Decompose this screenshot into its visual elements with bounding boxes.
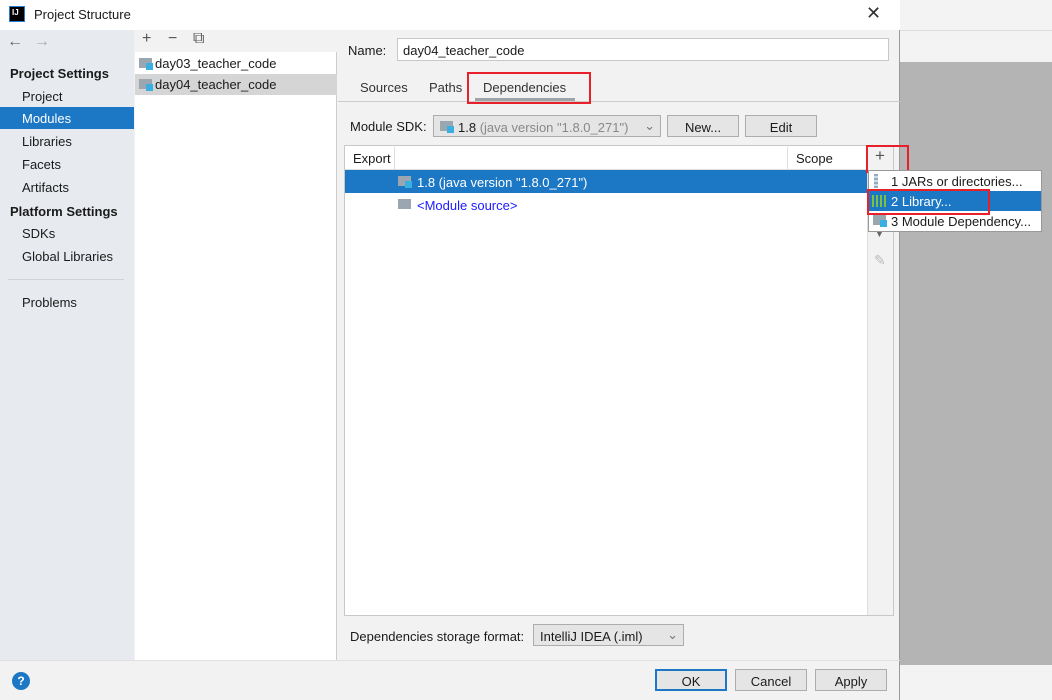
add-module-button[interactable]: + [142,30,151,48]
background-divider [900,30,1052,31]
project-structure-dialog: IJ Project Structure ✕ ← → Project Setti… [0,0,1042,700]
new-sdk-button[interactable]: New... [667,115,739,137]
module-sdk-dropdown[interactable]: 1.8 (java version "1.8.0_271") ⌄ [433,115,661,137]
sdk-folder-icon [398,176,412,188]
sdk-folder-icon [440,121,454,133]
module-folder-icon [139,79,153,91]
section-project-settings: Project Settings [10,66,109,81]
tab-paths[interactable]: Paths [429,80,462,95]
sidebar-item-global-libraries[interactable]: Global Libraries [0,245,134,267]
highlight-add-button [866,145,909,173]
sidebar-item-sdks[interactable]: SDKs [0,222,134,244]
footer-divider [0,660,900,661]
highlight-library-item [867,189,990,215]
edit-sdk-button[interactable]: Edit [745,115,817,137]
storage-format-dropdown[interactable]: IntelliJ IDEA (.iml) ⌄ [533,624,684,646]
title-bar: IJ Project Structure ✕ [0,0,900,30]
table-row[interactable]: <Module source> [345,193,867,216]
module-item[interactable]: day04_teacher_code [135,74,337,95]
sidebar-divider [8,279,124,280]
sidebar-item-problems[interactable]: Problems [0,291,134,313]
module-folder-icon [139,58,153,70]
edit-pencil-icon[interactable]: ✎ [874,252,886,269]
apply-button[interactable]: Apply [815,669,887,691]
sidebar-item-modules[interactable]: Modules [0,107,134,129]
jar-icon [874,174,878,188]
module-sdk-label: Module SDK: [350,119,427,134]
name-label: Name: [348,43,387,58]
module-item[interactable]: day03_teacher_code [135,53,337,74]
intellij-logo: IJ [9,6,25,22]
tab-sources[interactable]: Sources [360,80,408,95]
cancel-button[interactable]: Cancel [735,669,807,691]
column-export[interactable]: Export [353,146,391,170]
forward-arrow-icon[interactable]: → [34,33,50,51]
back-arrow-icon[interactable]: ← [7,33,23,51]
storage-format-label: Dependencies storage format: [350,629,525,644]
highlight-dependencies-tab [467,72,591,104]
background-panel [900,62,1052,665]
table-row[interactable]: 1.8 (java version "1.8.0_271") [345,170,867,193]
ok-button[interactable]: OK [655,669,727,691]
chevron-down-icon: ⌄ [644,118,655,133]
column-divider [394,147,395,169]
menu-item-jars[interactable]: 1 JARs or directories... [869,171,1041,191]
source-folder-icon [398,199,411,209]
remove-module-button[interactable]: − [168,30,177,48]
window-title: Project Structure [34,7,131,22]
sidebar-item-artifacts[interactable]: Artifacts [0,176,134,198]
copy-module-button[interactable]: ⧉ [193,30,204,48]
close-icon[interactable]: ✕ [866,3,881,24]
module-name-input[interactable]: day04_teacher_code [397,38,889,61]
sidebar-item-libraries[interactable]: Libraries [0,130,134,152]
help-icon[interactable]: ? [12,672,30,690]
sidebar-item-facets[interactable]: Facets [0,153,134,175]
modules-toolbar [135,30,337,52]
tab-divider [338,101,900,102]
column-scope[interactable]: Scope [796,146,833,170]
section-platform-settings: Platform Settings [10,204,118,219]
column-divider [787,147,788,169]
sidebar-item-project[interactable]: Project [0,85,134,107]
module-list [135,52,337,660]
module-icon [873,215,887,227]
chevron-down-icon: ⌄ [667,627,678,642]
